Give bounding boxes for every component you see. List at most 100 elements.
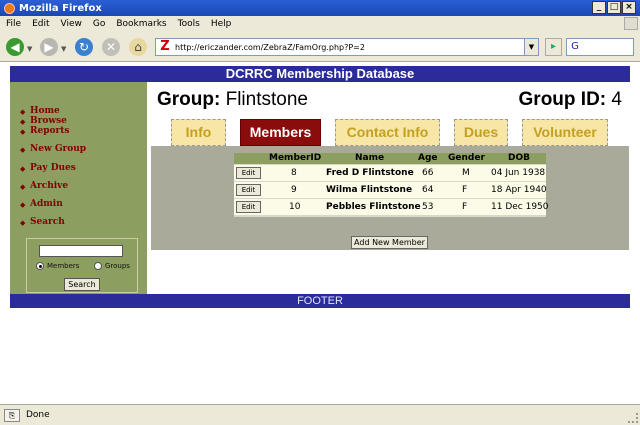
- sidebar-link-new-group[interactable]: ◆ New Group: [20, 144, 86, 154]
- column-header-gender: Gender: [448, 153, 485, 163]
- tab-contact-info[interactable]: Contact Info: [335, 119, 440, 146]
- table-header: MemberID Name Age Gender DOB: [234, 153, 546, 164]
- cell-gender: M: [462, 168, 470, 178]
- tab-members[interactable]: Members: [240, 119, 321, 146]
- edit-button[interactable]: Edit: [236, 184, 261, 196]
- window-title: Mozilla Firefox: [19, 2, 102, 14]
- sidebar-link-admin[interactable]: ◆ Admin: [20, 199, 63, 209]
- menu-go[interactable]: Go: [93, 19, 105, 29]
- table-row: Edit 9 Wilma Flintstone 64 F 18 Apr 1940: [234, 181, 547, 198]
- bullet-icon: ◆: [20, 218, 26, 227]
- radio-groups-label: Groups: [105, 262, 130, 270]
- address-dropdown-icon[interactable]: ▼: [524, 39, 538, 55]
- address-url[interactable]: http://ericzander.com/ZebraZ/FamOrg.php?…: [175, 43, 365, 52]
- menu-view[interactable]: View: [61, 19, 82, 29]
- forward-dropdown-icon[interactable]: ▼: [61, 45, 66, 53]
- search-engine-box[interactable]: G: [566, 38, 634, 56]
- back-dropdown-icon[interactable]: ▼: [27, 45, 32, 53]
- edit-button[interactable]: Edit: [236, 201, 261, 213]
- cell-member-id: 8: [291, 168, 297, 178]
- status-page-icon: ⎘: [4, 408, 20, 422]
- bullet-icon: ◆: [20, 182, 26, 191]
- table-row: Edit 10 Pebbles Flintstone 53 F 11 Dec 1…: [234, 198, 549, 215]
- radio-groups[interactable]: [94, 262, 102, 270]
- menu-help[interactable]: Help: [211, 19, 232, 29]
- sidebar-link-home[interactable]: ◆ Home: [20, 106, 60, 116]
- site-favicon-icon: Z: [160, 39, 170, 54]
- sidebar-link-search[interactable]: ◆ Search: [20, 217, 65, 227]
- menu-edit[interactable]: Edit: [32, 19, 49, 29]
- firefox-icon: [4, 2, 15, 14]
- reload-icon[interactable]: ↻: [75, 38, 93, 56]
- bullet-icon: ◆: [20, 145, 26, 154]
- go-button[interactable]: ▸: [545, 38, 562, 56]
- navigation-toolbar: ◀ ▼ ▶ ▼ ↻ ✕ ⌂ Z http://ericzander.com/Ze…: [0, 32, 640, 62]
- cell-member-id: 10: [289, 202, 301, 212]
- column-header-dob: DOB: [508, 153, 530, 163]
- cell-member-id: 9: [291, 185, 297, 195]
- group-id-value: 4: [611, 89, 622, 110]
- group-id-label: Group ID:: [518, 89, 607, 110]
- minimize-button[interactable]: _: [592, 1, 606, 14]
- cell-name: Pebbles Flintstone: [326, 202, 421, 212]
- sidebar-link-reports[interactable]: ◆ Reports: [20, 126, 69, 136]
- cell-dob: 11 Dec 1950: [491, 202, 549, 212]
- cell-gender: F: [462, 202, 468, 212]
- resize-grip-icon[interactable]: [628, 413, 638, 423]
- close-button[interactable]: ×: [622, 1, 636, 14]
- cell-gender: F: [462, 185, 468, 195]
- sidebar: ◆ Home ◆ Browse ◆ Reports ◆ New Group ◆ Pay D…: [10, 82, 147, 294]
- cell-name: Wilma Flintstone: [326, 185, 413, 195]
- back-arrow-icon[interactable]: ◀: [6, 38, 24, 56]
- sidebar-search-input[interactable]: [39, 245, 123, 257]
- address-bar[interactable]: Z http://ericzander.com/ZebraZ/FamOrg.ph…: [155, 38, 539, 56]
- radio-members-label: Members: [47, 262, 80, 270]
- search-engine-icon[interactable]: G: [568, 40, 582, 54]
- stop-icon[interactable]: ✕: [102, 38, 120, 56]
- cell-age: 66: [422, 168, 434, 178]
- group-name: Flintstone: [225, 89, 308, 110]
- forward-arrow-icon[interactable]: ▶: [40, 38, 58, 56]
- home-icon[interactable]: ⌂: [129, 38, 147, 56]
- page-footer: FOOTER: [10, 294, 630, 308]
- cell-dob: 18 Apr 1940: [491, 185, 547, 195]
- sidebar-link-archive[interactable]: ◆ Archive: [20, 181, 68, 191]
- add-new-member-button[interactable]: Add New Member: [351, 236, 428, 249]
- group-label: Group:: [157, 89, 221, 110]
- bullet-icon: ◆: [20, 127, 26, 136]
- menu-bookmarks[interactable]: Bookmarks: [116, 19, 166, 29]
- column-header-age: Age: [418, 153, 438, 163]
- cell-name: Fred D Flintstone: [326, 168, 414, 178]
- menu-tools[interactable]: Tools: [178, 19, 200, 29]
- cell-age: 64: [422, 185, 434, 195]
- sidebar-link-pay-dues[interactable]: ◆ Pay Dues: [20, 163, 76, 173]
- page-header: DCRRC Membership Database: [10, 66, 630, 82]
- menu-file[interactable]: File: [6, 19, 21, 29]
- sidebar-search-form: Members Groups Search: [26, 238, 138, 293]
- status-text: Done: [26, 410, 50, 420]
- tab-volunteer[interactable]: Volunteer: [522, 119, 608, 146]
- radio-members[interactable]: [36, 262, 44, 270]
- table-row: Edit 8 Fred D Flintstone 66 M 04 Jun 193…: [234, 164, 546, 181]
- cell-dob: 04 Jun 1938: [491, 168, 546, 178]
- edit-button[interactable]: Edit: [236, 167, 261, 179]
- page-viewport: DCRRC Membership Database ◆ Home ◆ Browse …: [0, 62, 640, 404]
- throbber-icon: [624, 17, 638, 30]
- members-table: MemberID Name Age Gender DOB Edit 8 Fred…: [234, 153, 549, 217]
- column-header-name: Name: [355, 153, 385, 163]
- window-titlebar: Mozilla Firefox _ □ ×: [0, 0, 640, 16]
- status-bar: ⎘ Done: [0, 404, 640, 425]
- members-panel: MemberID Name Age Gender DOB Edit 8 Fred…: [151, 146, 629, 250]
- column-header-memberid: MemberID: [269, 153, 322, 163]
- bullet-icon: ◆: [20, 200, 26, 209]
- group-title: Group: Flintstone: [157, 89, 308, 111]
- maximize-button[interactable]: □: [607, 1, 621, 14]
- tab-dues[interactable]: Dues: [454, 119, 508, 146]
- sidebar-link-browse[interactable]: ◆ Browse: [20, 116, 67, 126]
- cell-age: 53: [422, 202, 434, 212]
- menu-bar: File Edit View Go Bookmarks Tools Help: [0, 16, 640, 32]
- tab-info[interactable]: Info: [171, 119, 226, 146]
- group-id: Group ID: 4: [519, 89, 622, 111]
- sidebar-search-button[interactable]: Search: [64, 278, 100, 291]
- bullet-icon: ◆: [20, 164, 26, 173]
